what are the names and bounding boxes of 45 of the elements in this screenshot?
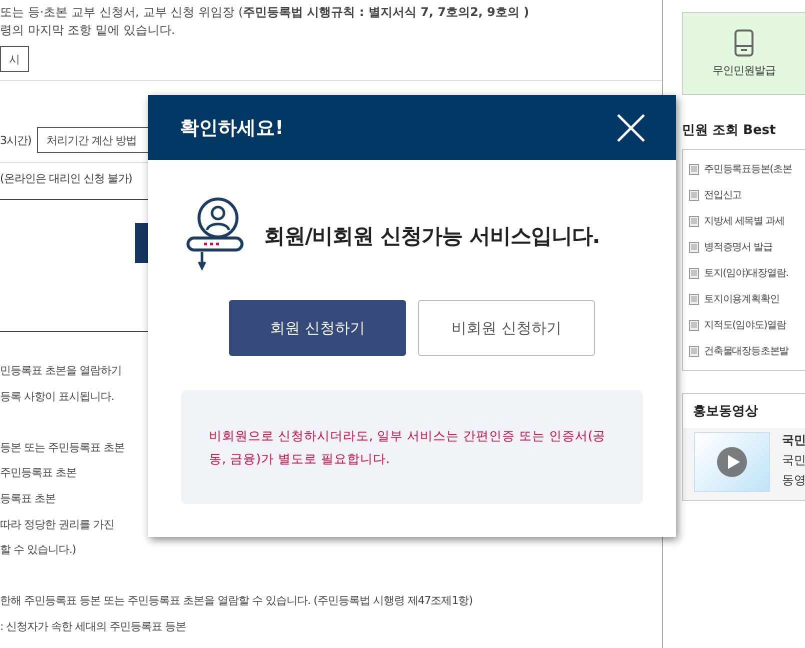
best-item[interactable]: 병적증명서 발급 [689,234,805,260]
body-text: 한해 주민등록표 등본 또는 주민등록표 초본을 열람할 수 있습니다. (주민등록법 시행령 제47조제1항) [0,593,473,610]
guest-apply-button[interactable]: 비회원 신청하기 [418,300,595,356]
document-icon [689,268,699,278]
video-item-title[interactable]: 국민 [782,432,805,449]
video-thumbnail[interactable] [694,432,770,492]
body-text: 등본 또는 주민등록표 초본 [0,440,124,456]
best-item[interactable]: 주민등록표등본(초본 [689,156,805,182]
proxy-note: (온라인은 대리인 신청 불가) [0,171,132,186]
document-icon [689,190,699,200]
body-text: 따라 정당한 권리를 가진 [0,516,114,533]
document-icon [689,320,699,330]
best-item[interactable]: 지방세 세목별 과세 [689,208,805,234]
video-item-text: 동영 [782,472,805,489]
video-title: 홍보동영상 [683,394,805,428]
document-icon [689,242,699,252]
body-text: 등록표 초본 [0,490,56,507]
body-text: 등록 사항이 표시됩니다. [0,388,114,405]
description-text: 령의 마지막 조항 밑에 있습니다. [0,22,176,39]
document-icon [689,294,699,304]
best-title: 민원 조회 Best [682,122,777,139]
close-button[interactable] [616,112,646,142]
best-item[interactable]: 전입신고 [689,182,805,208]
kiosk-icon [734,29,754,57]
best-item[interactable]: 토지(임야)대장열람. [689,260,805,286]
kiosk-label: 무인민원발급 [712,63,776,78]
best-item[interactable]: 지적도(임야도)열람 [689,312,805,338]
kiosk-card[interactable]: 무인민원발급 [682,12,805,95]
best-item[interactable]: 건축물대장등초본발 [689,338,805,364]
body-text: 주민등록표 초본 [0,465,76,482]
body-text: 민등록표 초본을 열람하기 [0,363,122,379]
document-icon [689,346,699,356]
body-text: 할 수 있습니다.) [0,542,76,558]
member-apply-button[interactable]: 회원 신청하기 [229,300,406,356]
view-button[interactable]: 시 [0,46,28,72]
best-item[interactable]: 토지이용계획확인 [689,286,805,312]
notice-text: 비회원으로 신청하시더라도, 일부 서비스는 간편인증 또는 인증서(공동, 금융)가 별도로 필요합니다. [209,427,607,468]
document-icon [689,216,699,226]
dialog-message: 회원/비회원 신청가능 서비스입니다. [264,223,600,250]
period-text: 3시간) [0,132,32,148]
body-text: : 신청자가 속한 세대의 주민등록표 등본 [0,618,186,635]
document-icon [689,164,699,174]
description-text: 또는 등·초본 교부 신청서, 교부 신청 위임장 (주민등록법 시행규칙 : 별지서식 7, 7호의2, 9호의 ) [0,4,530,21]
video-item-text: 국민 [782,452,805,469]
play-icon [717,447,747,477]
